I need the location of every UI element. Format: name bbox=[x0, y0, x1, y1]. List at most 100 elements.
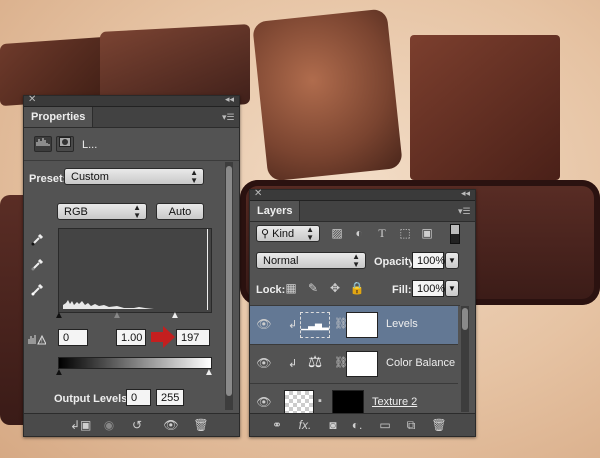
layers-panel: ✕ ◂◂ Layers ▾☰ ⚲ Kind ▲ ▼ ▨ ◐ T ⬚ ▣ Norma… bbox=[249, 188, 476, 437]
blend-mode-dropdown[interactable]: Normal ▲ ▼ bbox=[256, 252, 366, 269]
tab-layers[interactable]: Layers bbox=[250, 201, 301, 221]
visibility-eye-icon[interactable]: 👁 bbox=[256, 317, 272, 331]
chain-link-icon: ▪ bbox=[318, 395, 322, 407]
scrollbar-thumb[interactable] bbox=[226, 166, 232, 396]
gray-point-eyedropper-icon[interactable] bbox=[30, 256, 46, 275]
dropdown-arrows-icon: ▲ ▼ bbox=[352, 252, 360, 269]
preset-dropdown[interactable]: Custom ▲ ▼ bbox=[64, 168, 204, 185]
layer-name: Levels bbox=[386, 318, 418, 330]
opacity-slider-button[interactable]: ▼ bbox=[445, 252, 459, 269]
layer-mask-thumbnail bbox=[332, 390, 364, 414]
preset-label: Preset: bbox=[29, 173, 67, 185]
add-mask-icon[interactable]: ◙ bbox=[324, 417, 342, 433]
fill-label: Fill: bbox=[392, 284, 412, 296]
panel-title-strip: ✕ ◂◂ bbox=[250, 188, 475, 201]
close-icon[interactable]: ✕ bbox=[28, 94, 36, 105]
fill-slider-button[interactable]: ▼ bbox=[445, 280, 459, 297]
clipping-warning-icon[interactable]: ! bbox=[28, 333, 47, 348]
dropdown-arrows-icon: ▲ ▼ bbox=[190, 168, 198, 185]
filter-smart-objects-icon[interactable]: ▣ bbox=[418, 225, 436, 241]
new-adjustment-layer-icon[interactable]: ◐. bbox=[348, 417, 366, 433]
link-layers-icon[interactable]: ⚭ bbox=[268, 417, 286, 433]
channel-dropdown[interactable]: RGB ▲ ▼ bbox=[57, 203, 147, 220]
dropdown-arrows-icon: ▲ ▼ bbox=[306, 225, 314, 242]
opacity-value[interactable]: 100% bbox=[412, 252, 445, 269]
layers-scrollbar[interactable] bbox=[461, 306, 469, 412]
filter-pixel-layers-icon[interactable]: ▨ bbox=[328, 225, 346, 241]
panel-menu-icon[interactable]: ▾☰ bbox=[222, 112, 235, 122]
input-white-slider[interactable]: ▲ bbox=[170, 310, 180, 321]
delete-trash-icon[interactable]: 🗑 bbox=[430, 417, 448, 433]
filter-kind-dropdown[interactable]: ⚲ Kind ▲ ▼ bbox=[256, 225, 320, 242]
white-point-eyedropper-icon[interactable] bbox=[30, 281, 46, 300]
channel-value: RGB bbox=[64, 206, 88, 218]
output-black-slider[interactable]: ▲ bbox=[54, 367, 64, 378]
clipping-arrow-icon: ↲ bbox=[288, 358, 298, 370]
blend-mode-value: Normal bbox=[263, 255, 299, 267]
visibility-eye-icon[interactable]: 👁 bbox=[256, 356, 272, 370]
tab-properties[interactable]: Properties bbox=[24, 107, 94, 127]
input-gray-slider[interactable]: ▲ bbox=[112, 310, 122, 321]
layer-mask-icon[interactable] bbox=[56, 136, 74, 152]
layer-mask-thumbnail bbox=[346, 351, 378, 377]
histogram bbox=[58, 228, 212, 313]
divider bbox=[24, 160, 239, 161]
chocolate-letter-artwork bbox=[252, 8, 403, 182]
output-gradient-bar bbox=[58, 357, 212, 369]
layer-name: Color Balance bbox=[386, 357, 456, 369]
filter-adjustment-layers-icon[interactable]: ◐ bbox=[350, 225, 368, 241]
filter-kind-value: Kind bbox=[272, 228, 295, 240]
properties-scrollbar[interactable] bbox=[225, 162, 233, 410]
output-white-value[interactable]: 255 bbox=[156, 389, 184, 406]
black-point-eyedropper-icon[interactable] bbox=[30, 231, 46, 250]
input-gray-value[interactable]: 1.00 bbox=[116, 329, 146, 346]
lock-label: Lock: bbox=[256, 284, 286, 296]
collapse-icon[interactable]: ◂◂ bbox=[461, 188, 470, 199]
search-icon: ⚲ bbox=[261, 228, 273, 240]
new-layer-icon[interactable]: ⧉ bbox=[402, 417, 420, 433]
preset-value: Custom bbox=[71, 171, 109, 183]
lock-all-icon[interactable]: 🔒 bbox=[348, 280, 366, 296]
new-group-folder-icon[interactable]: ▭ bbox=[376, 417, 394, 433]
filter-shape-layers-icon[interactable]: ⬚ bbox=[396, 225, 414, 241]
output-white-slider[interactable]: ▲ bbox=[204, 367, 214, 378]
transparent-layer-thumbnail bbox=[284, 390, 314, 414]
delete-trash-icon[interactable]: 🗑 bbox=[192, 417, 210, 433]
layers-bottom-toolbar: ⚭ fx. ◙ ◐. ▭ ⧉ 🗑 bbox=[250, 413, 475, 436]
input-white-value[interactable]: 197 bbox=[176, 329, 210, 346]
layer-row-levels[interactable]: 👁 ↲ ▁▃▅▂ ⛓ Levels bbox=[250, 306, 458, 345]
clip-to-layer-icon[interactable]: ↲▣ bbox=[70, 417, 91, 433]
scrollbar-thumb[interactable] bbox=[462, 308, 468, 330]
lock-image-pixels-icon[interactable]: ✎ bbox=[304, 280, 322, 296]
properties-tab-row: Properties ▾☰ bbox=[24, 107, 239, 128]
levels-adjustment-icon[interactable] bbox=[34, 136, 52, 152]
filter-type-layers-icon[interactable]: T bbox=[373, 225, 391, 241]
auto-button[interactable]: Auto bbox=[156, 203, 204, 220]
visibility-eye-icon[interactable]: 👁 bbox=[162, 417, 180, 433]
panel-menu-icon[interactable]: ▾☰ bbox=[458, 206, 471, 216]
color-balance-scale-icon: ⚖ bbox=[307, 354, 323, 371]
collapse-icon[interactable]: ◂◂ bbox=[225, 94, 234, 105]
adjustment-name: L... bbox=[82, 139, 98, 151]
layers-tab-row: Layers ▾☰ bbox=[250, 201, 475, 222]
input-black-value[interactable]: 0 bbox=[58, 329, 88, 346]
filter-toggle-switch[interactable] bbox=[450, 224, 460, 244]
layer-row-color-balance[interactable]: 👁 ↲ ⚖ ⛓ Color Balance bbox=[250, 345, 458, 384]
properties-panel: ✕ ◂◂ Properties ▾☰ L... Preset: Custom ▲… bbox=[23, 94, 240, 437]
panel-title-strip: ✕ ◂◂ bbox=[24, 94, 239, 107]
input-black-slider[interactable]: ▲ bbox=[54, 310, 64, 321]
fill-value[interactable]: 100% bbox=[412, 280, 445, 297]
layer-row-texture-2[interactable]: 👁 ▪ Texture 2 bbox=[250, 384, 458, 414]
output-black-value[interactable]: 0 bbox=[126, 389, 151, 406]
close-icon[interactable]: ✕ bbox=[254, 188, 262, 199]
layer-mask-thumbnail bbox=[346, 312, 378, 338]
lock-transparent-pixels-icon[interactable]: ▦ bbox=[282, 280, 300, 296]
levels-adjustment-thumbnail-icon: ▁▃▅▂ bbox=[300, 312, 330, 338]
reset-icon[interactable]: ↺ bbox=[128, 417, 146, 433]
lock-position-icon[interactable]: ✥ bbox=[326, 280, 344, 296]
layer-name: Texture 2 bbox=[372, 396, 418, 408]
visibility-eye-icon[interactable]: 👁 bbox=[256, 395, 272, 409]
layer-style-fx-icon[interactable]: fx. bbox=[296, 417, 314, 433]
dropdown-arrows-icon: ▲ ▼ bbox=[133, 203, 141, 220]
view-previous-state-icon[interactable]: ◉ bbox=[100, 417, 118, 433]
